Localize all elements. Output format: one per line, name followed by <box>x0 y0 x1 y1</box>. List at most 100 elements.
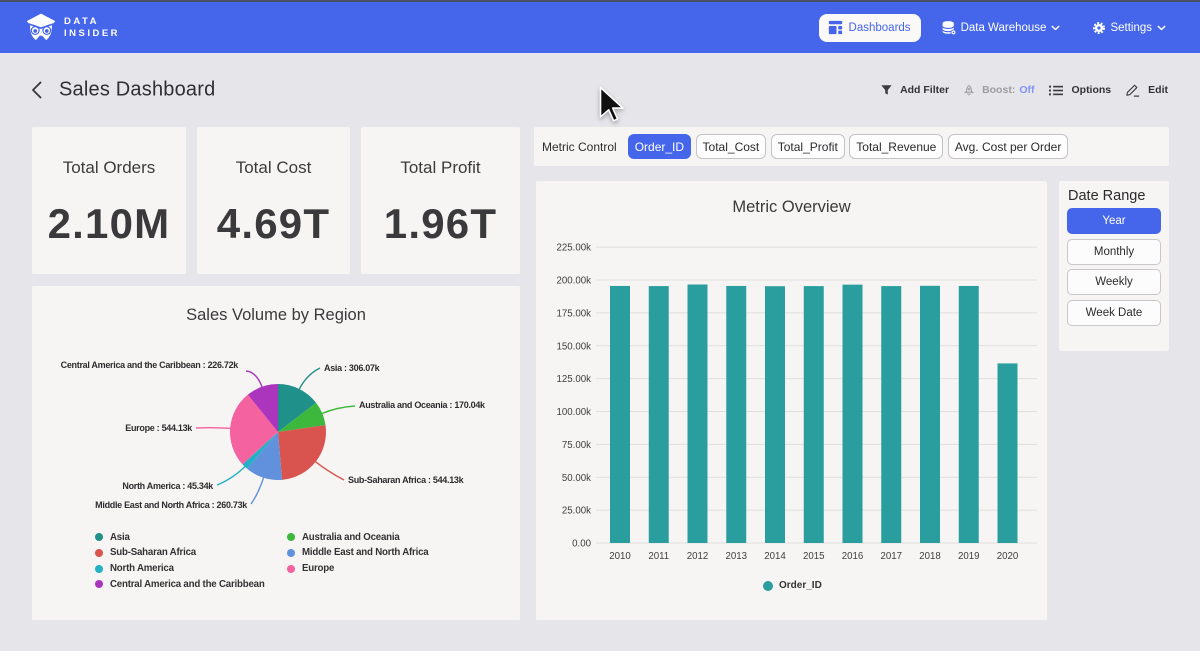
pie-legend-item-asia[interactable]: Asia <box>95 532 130 543</box>
date-range-monthly[interactable]: Monthly <box>1067 239 1161 265</box>
x-axis-tick-label: 2013 <box>725 551 747 562</box>
date-range-label: Date Range <box>1068 188 1145 204</box>
x-axis-tick-label: 2014 <box>764 551 786 562</box>
legend-label: Australia and Oceania <box>302 532 400 543</box>
pie-slice-sub-saharan-africa[interactable] <box>278 425 326 480</box>
pie-callout-label: Middle East and North Africa : 260.73k <box>95 500 248 510</box>
kpi-title: Total Profit <box>361 158 520 178</box>
y-axis-tick-label: 175.00k <box>557 308 592 319</box>
add-filter-button[interactable]: Add Filter <box>881 84 949 96</box>
x-axis-tick-label: 2019 <box>958 551 980 562</box>
legend-dot <box>287 533 295 541</box>
sales-volume-by-region-card: Sales Volume by Region Asia : 306.07kAus… <box>32 286 520 620</box>
bar-chart[interactable]: 0.0025.00k50.00k75.00k100.00k125.00k150.… <box>536 181 1047 571</box>
metric-chip-order-id[interactable]: Order_ID <box>628 134 691 159</box>
bar-2019[interactable] <box>959 286 979 543</box>
legend-label: North America <box>110 563 174 574</box>
pie-callout-line <box>196 428 232 429</box>
pie-legend-item-north-america[interactable]: North America <box>95 563 174 574</box>
bar-2012[interactable] <box>688 285 708 543</box>
owl-logo-icon <box>26 11 56 44</box>
dashboard-icon <box>828 20 843 35</box>
bar-2020[interactable] <box>998 363 1018 543</box>
bar-2010[interactable] <box>610 286 630 543</box>
legend-label: Order_ID <box>779 580 822 591</box>
legend-label: Asia <box>110 532 130 543</box>
bar-2011[interactable] <box>649 286 669 543</box>
x-axis-tick-label: 2011 <box>648 551 669 562</box>
nav-dashboards-label: Dashboards <box>849 22 911 34</box>
metric-overview-card: Metric Overview 0.0025.00k50.00k75.00k10… <box>536 181 1047 620</box>
bar-2014[interactable] <box>765 286 785 543</box>
date-range-week-date[interactable]: Week Date <box>1067 300 1161 326</box>
back-button[interactable] <box>27 81 45 99</box>
legend-label: Central America and the Caribbean <box>110 579 265 590</box>
pie-legend-item-australia-and-oceania[interactable]: Australia and Oceania <box>287 532 400 543</box>
metric-chip-total-profit[interactable]: Total_Profit <box>771 134 845 159</box>
app-window: DATA INSIDER Dashboards <box>0 0 1200 651</box>
date-range-weekly[interactable]: Weekly <box>1067 269 1161 295</box>
y-axis-tick-label: 75.00k <box>562 440 591 451</box>
bar-2013[interactable] <box>726 286 746 543</box>
kpi-value: 2.10M <box>32 203 186 245</box>
pie-callout-label: Europe : 544.13k <box>125 423 193 433</box>
legend-label: Europe <box>302 563 334 574</box>
pie-legend-item-middle-east-and-north-africa[interactable]: Middle East and North Africa <box>287 547 428 558</box>
pencil-icon <box>1126 83 1140 97</box>
kpi-card-total-profit: Total Profit 1.96T <box>361 127 520 274</box>
nav-dashboards-button[interactable]: Dashboards <box>819 14 921 42</box>
x-axis-tick-label: 2017 <box>880 551 902 562</box>
legend-dot <box>763 581 773 591</box>
metric-buttons-group: Order_IDTotal_CostTotal_ProfitTotal_Reve… <box>628 134 1073 159</box>
pie-legend-item-sub-saharan-africa[interactable]: Sub-Saharan Africa <box>95 547 196 558</box>
boost-toggle[interactable]: Boost: Off <box>964 84 1034 97</box>
pie-callout-line <box>251 476 264 504</box>
kpi-title: Total Orders <box>32 158 186 178</box>
metric-chip-total-revenue[interactable]: Total_Revenue <box>849 134 943 159</box>
add-filter-label: Add Filter <box>900 84 949 96</box>
bar-2018[interactable] <box>920 286 940 543</box>
kpi-title: Total Cost <box>197 158 350 178</box>
x-axis-tick-label: 2015 <box>803 551 825 562</box>
pie-callout-label: North America : 45.34k <box>122 481 214 491</box>
legend-dot <box>287 565 295 573</box>
edit-button[interactable]: Edit <box>1126 83 1168 97</box>
kpi-value: 1.96T <box>361 203 520 245</box>
bar-legend: Order_ID <box>763 580 822 591</box>
page-title: Sales Dashboard <box>59 79 215 102</box>
pie-callout-label: Sub-Saharan Africa : 544.13k <box>348 475 465 485</box>
pie-legend-item-europe[interactable]: Europe <box>287 563 334 574</box>
y-axis-tick-label: 125.00k <box>557 374 592 385</box>
options-label: Options <box>1071 84 1111 96</box>
bar-2017[interactable] <box>881 286 901 543</box>
bar-2015[interactable] <box>804 286 824 543</box>
y-axis-tick-label: 150.00k <box>557 341 592 352</box>
kpi-card-total-cost: Total Cost 4.69T <box>197 127 350 274</box>
pie-callout-line <box>320 406 355 414</box>
y-axis-tick-label: 0.00 <box>572 539 591 550</box>
metric-chip-total-cost[interactable]: Total_Cost <box>696 134 767 159</box>
nav-data-warehouse-label: Data Warehouse <box>961 22 1047 34</box>
options-button[interactable]: Options <box>1049 84 1111 96</box>
nav-settings[interactable]: Settings <box>1092 21 1166 35</box>
pie-callout-line <box>314 461 344 480</box>
list-icon <box>1049 85 1063 96</box>
date-range-card: Date Range Year Monthly Weekly Week Date <box>1059 181 1169 351</box>
nav-data-warehouse[interactable]: Data Warehouse <box>941 20 1061 36</box>
mouse-cursor <box>599 86 624 123</box>
pie-legend-item-central-america-and-the-caribbean[interactable]: Central America and the Caribbean <box>95 579 265 590</box>
x-axis-tick-label: 2020 <box>997 551 1019 562</box>
metric-chip-avg-cost-per-order[interactable]: Avg. Cost per Order <box>948 134 1069 159</box>
brand-line-2: INSIDER <box>64 29 120 39</box>
boost-value: Off <box>1019 84 1034 96</box>
brand-logo: DATA INSIDER <box>26 11 120 44</box>
metric-control-bar: Metric Control Order_IDTotal_CostTotal_P… <box>534 127 1169 166</box>
date-range-year[interactable]: Year <box>1067 208 1161 234</box>
y-axis-tick-label: 50.00k <box>562 473 591 484</box>
chevron-down-icon <box>1157 25 1166 31</box>
bar-2016[interactable] <box>843 285 863 543</box>
legend-dot <box>95 533 103 541</box>
y-axis-tick-label: 225.00k <box>557 243 592 254</box>
brand-name: DATA INSIDER <box>64 17 120 39</box>
gear-icon <box>1092 21 1106 35</box>
